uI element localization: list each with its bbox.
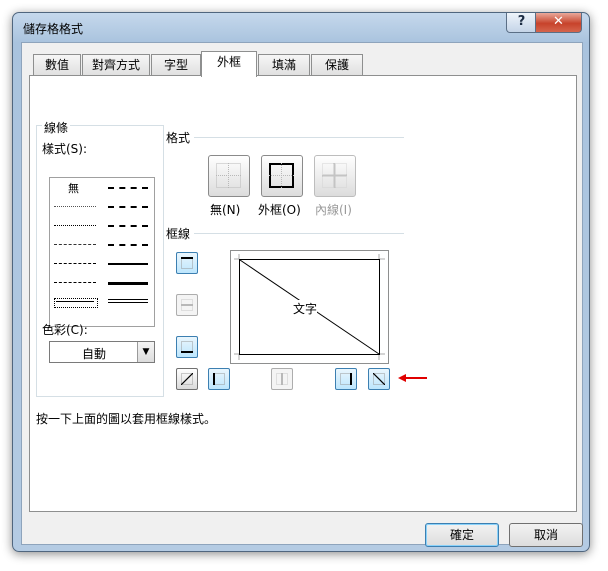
- annotation-arrow-icon: [398, 374, 427, 382]
- preview-text: 文字: [293, 300, 318, 317]
- border-inside-vertical-icon: [276, 373, 288, 385]
- format-cells-dialog: 儲存格格式 ? ✕ 數值 對齊方式 字型 外框 填滿 保護 線條 樣式(S): …: [12, 12, 590, 552]
- preset-outline-button[interactable]: [261, 155, 303, 197]
- help-button[interactable]: ?: [506, 13, 537, 33]
- line-style-dotted[interactable]: [54, 225, 96, 226]
- border-inside-horizontal-button[interactable]: [176, 294, 198, 316]
- border-top-button[interactable]: [176, 252, 198, 274]
- line-style-dash-dot[interactable]: [54, 263, 96, 264]
- tab-border[interactable]: 外框: [201, 51, 257, 77]
- line-style-hair[interactable]: [54, 206, 96, 207]
- line-style-dash-dot-dot[interactable]: [54, 244, 96, 245]
- preset-none-button[interactable]: [208, 155, 250, 197]
- preset-inside-button[interactable]: [314, 155, 356, 197]
- border-tab-panel: 線條 樣式(S): 無 色彩(C): 自動 ▼ 格式 無(N) 外框(O) 內線…: [29, 75, 577, 512]
- tab-number[interactable]: 數值: [33, 54, 81, 76]
- border-preview[interactable]: 文字: [230, 250, 389, 364]
- line-style-thick[interactable]: [108, 282, 148, 285]
- line-style-thin: [56, 301, 94, 302]
- chevron-down-icon[interactable]: ▼: [137, 342, 154, 362]
- border-right-icon: [340, 373, 352, 385]
- border-inside-icon: [322, 163, 347, 188]
- preset-none-label: 無(N): [210, 203, 241, 217]
- border-outline-icon: [269, 163, 294, 188]
- color-dropdown[interactable]: 自動 ▼: [49, 341, 155, 363]
- line-style-dashed[interactable]: [54, 282, 96, 283]
- style-label: 樣式(S):: [42, 142, 88, 156]
- tab-protection[interactable]: 保護: [311, 54, 363, 76]
- preset-outline-label: 外框(O): [258, 203, 301, 217]
- title-bar[interactable]: 儲存格格式 ? ✕: [13, 13, 589, 41]
- line-style-medium[interactable]: [108, 263, 148, 265]
- border-none-icon: [216, 163, 241, 188]
- dialog-title: 儲存格格式: [23, 22, 84, 36]
- tab-font[interactable]: 字型: [151, 54, 201, 76]
- border-diagonal-up-button[interactable]: [176, 368, 198, 390]
- tab-fill[interactable]: 填滿: [258, 54, 310, 76]
- border-inside-horizontal-icon: [181, 299, 193, 311]
- color-label: 色彩(C):: [42, 323, 88, 337]
- line-style-medium-dashed[interactable]: [108, 244, 148, 246]
- line-style-medium-dash-dot-dot[interactable]: [108, 187, 148, 189]
- cancel-button[interactable]: 取消: [509, 523, 583, 547]
- tab-alignment[interactable]: 對齊方式: [82, 54, 150, 76]
- hint-text: 按一下上面的圖以套用框線樣式。: [36, 412, 217, 426]
- border-diagonal-up-icon: [181, 373, 193, 385]
- border-top-icon: [181, 257, 193, 269]
- border-separator: [194, 233, 404, 234]
- line-style-double[interactable]: [108, 299, 148, 303]
- line-group-title: 線條: [42, 119, 71, 136]
- line-style-selected[interactable]: [54, 298, 98, 308]
- border-left-button[interactable]: [208, 368, 230, 390]
- border-left-icon: [213, 373, 225, 385]
- preset-inside-label: 內線(I): [315, 203, 352, 217]
- border-bottom-button[interactable]: [176, 336, 198, 358]
- border-title: 框線: [166, 227, 191, 241]
- border-diagonal-down-icon: [373, 373, 385, 385]
- ok-button[interactable]: 確定: [425, 523, 499, 547]
- presets-title: 格式: [166, 131, 191, 145]
- border-right-button[interactable]: [335, 368, 357, 390]
- dialog-body: 數值 對齊方式 字型 外框 填滿 保護 線條 樣式(S): 無 色彩(C): 自…: [21, 42, 583, 547]
- color-value: 自動: [82, 347, 107, 361]
- presets-separator: [194, 137, 404, 138]
- line-style-medium-dash-dot[interactable]: [108, 225, 148, 227]
- line-style-list[interactable]: 無: [49, 177, 155, 327]
- line-style-none[interactable]: 無: [68, 180, 79, 196]
- border-bottom-icon: [181, 341, 193, 353]
- border-diagonal-down-button[interactable]: [368, 368, 390, 390]
- border-inside-vertical-button[interactable]: [271, 368, 293, 390]
- close-button[interactable]: ✕: [535, 13, 582, 33]
- line-style-slanted-dash-dot[interactable]: [108, 206, 148, 208]
